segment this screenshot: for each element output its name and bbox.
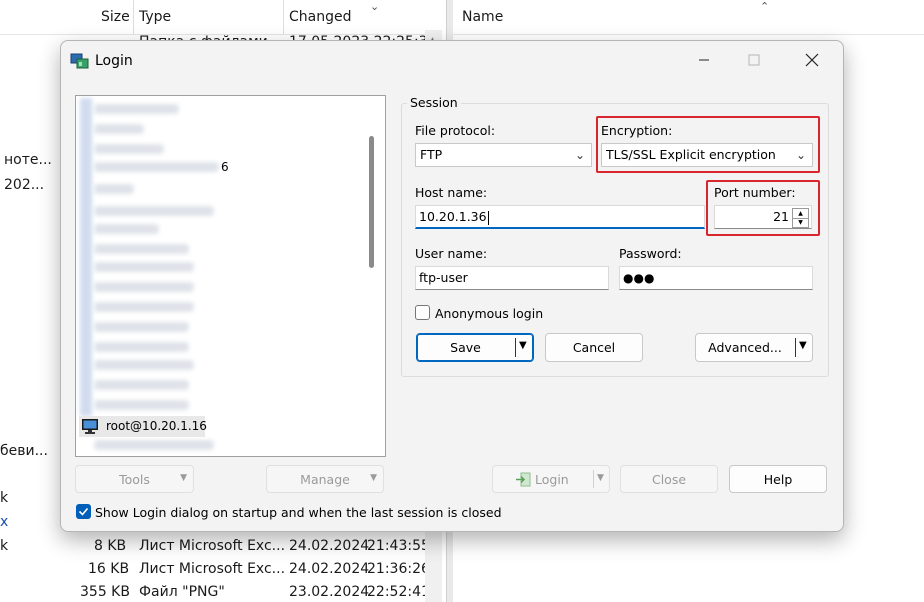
column-header-changed[interactable]: Changed: [289, 9, 352, 25]
column-header-name[interactable]: Name: [462, 9, 503, 25]
user-name-input[interactable]: ftp-user: [415, 266, 609, 290]
list-item-selected[interactable]: root@10.20.1.16: [79, 416, 207, 437]
login-dialog: Login 6 root@10.20.1.16 Session File pro…: [60, 40, 844, 532]
port-highlight-box: [706, 180, 820, 236]
site-list[interactable]: 6 root@10.20.1.16: [75, 95, 386, 457]
tools-button[interactable]: Tools ▼: [75, 465, 194, 493]
host-name-value: 10.20.1.36: [419, 209, 487, 224]
dropdown-arrow-icon: ▼: [597, 473, 604, 483]
site-name: root@10.20.1.16: [106, 419, 207, 433]
left-fragment: ноте...: [4, 152, 52, 168]
dropdown-arrow-icon: ▼: [370, 473, 377, 483]
advanced-button[interactable]: Advanced... ▼: [695, 333, 813, 362]
file-protocol-label: File protocol:: [415, 123, 496, 138]
left-fragment: 202...: [4, 177, 45, 193]
dropdown-arrow-icon: ▼: [180, 473, 187, 483]
file-protocol-value: FTP: [420, 147, 443, 162]
login-button[interactable]: Login ▼: [492, 465, 610, 493]
user-name-value: ftp-user: [419, 270, 468, 285]
host-name-label: Host name:: [415, 185, 488, 200]
anonymous-login-label: Anonymous login: [435, 306, 544, 321]
tools-label: Tools: [119, 471, 150, 487]
password-value: ●●●: [623, 271, 655, 285]
save-label: Save: [450, 340, 481, 355]
anonymous-login-checkbox[interactable]: [415, 305, 430, 320]
host-name-input[interactable]: 10.20.1.36: [415, 205, 705, 229]
blurred-tree-lines: [80, 98, 92, 416]
column-header-type[interactable]: Type: [139, 9, 171, 25]
minimize-button[interactable]: [679, 41, 729, 79]
list-scrollbar-thumb[interactable]: [369, 136, 374, 268]
text-caret: [487, 210, 489, 225]
sort-chevron-icon: ⌄: [370, 0, 380, 13]
close-icon: [805, 53, 819, 67]
checkmark-icon: [78, 507, 89, 516]
show-login-checkbox[interactable]: [76, 504, 91, 519]
encryption-highlight-box: [596, 116, 820, 173]
app-icon: [70, 51, 90, 71]
close-window-button[interactable]: [787, 41, 837, 79]
maximize-icon: [748, 54, 760, 66]
manage-button[interactable]: Manage ▼: [266, 465, 384, 493]
dropdown-arrow-icon[interactable]: ▼: [519, 340, 527, 351]
show-login-label: Show Login dialog on startup and when th…: [95, 505, 502, 520]
cancel-button[interactable]: Cancel: [545, 333, 643, 362]
password-label: Password:: [619, 246, 682, 261]
close-label: Close: [651, 471, 687, 487]
computer-icon: [81, 418, 99, 435]
chevron-down-icon: ⌄: [574, 148, 585, 162]
left-fragment: беви...: [0, 443, 48, 459]
site-fragment: 6: [221, 160, 229, 174]
left-fragment: k: [0, 538, 9, 554]
user-name-label: User name:: [415, 246, 488, 261]
column-header-size[interactable]: Size: [101, 9, 130, 25]
save-button[interactable]: Save ▼: [416, 333, 534, 362]
sort-chevron-icon: ⌃: [760, 0, 770, 13]
advanced-label: Advanced...: [708, 340, 782, 355]
left-fragment: k: [0, 490, 9, 506]
dropdown-arrow-icon[interactable]: ▼: [799, 340, 807, 351]
login-icon: [515, 472, 531, 487]
login-label: Login: [535, 471, 569, 487]
minimize-icon: [699, 59, 709, 61]
session-group-label: Session: [407, 95, 461, 110]
help-button[interactable]: Help: [729, 465, 827, 493]
file-protocol-select[interactable]: FTP ⌄: [415, 143, 592, 167]
cancel-label: Cancel: [572, 340, 616, 355]
help-label: Help: [763, 471, 793, 487]
maximize-button: [729, 41, 779, 79]
close-button[interactable]: Close: [620, 465, 718, 493]
password-input[interactable]: ●●●: [619, 266, 813, 290]
left-fragment: x: [0, 514, 9, 530]
manage-label: Manage: [300, 471, 350, 487]
dialog-title: Login: [95, 53, 133, 69]
